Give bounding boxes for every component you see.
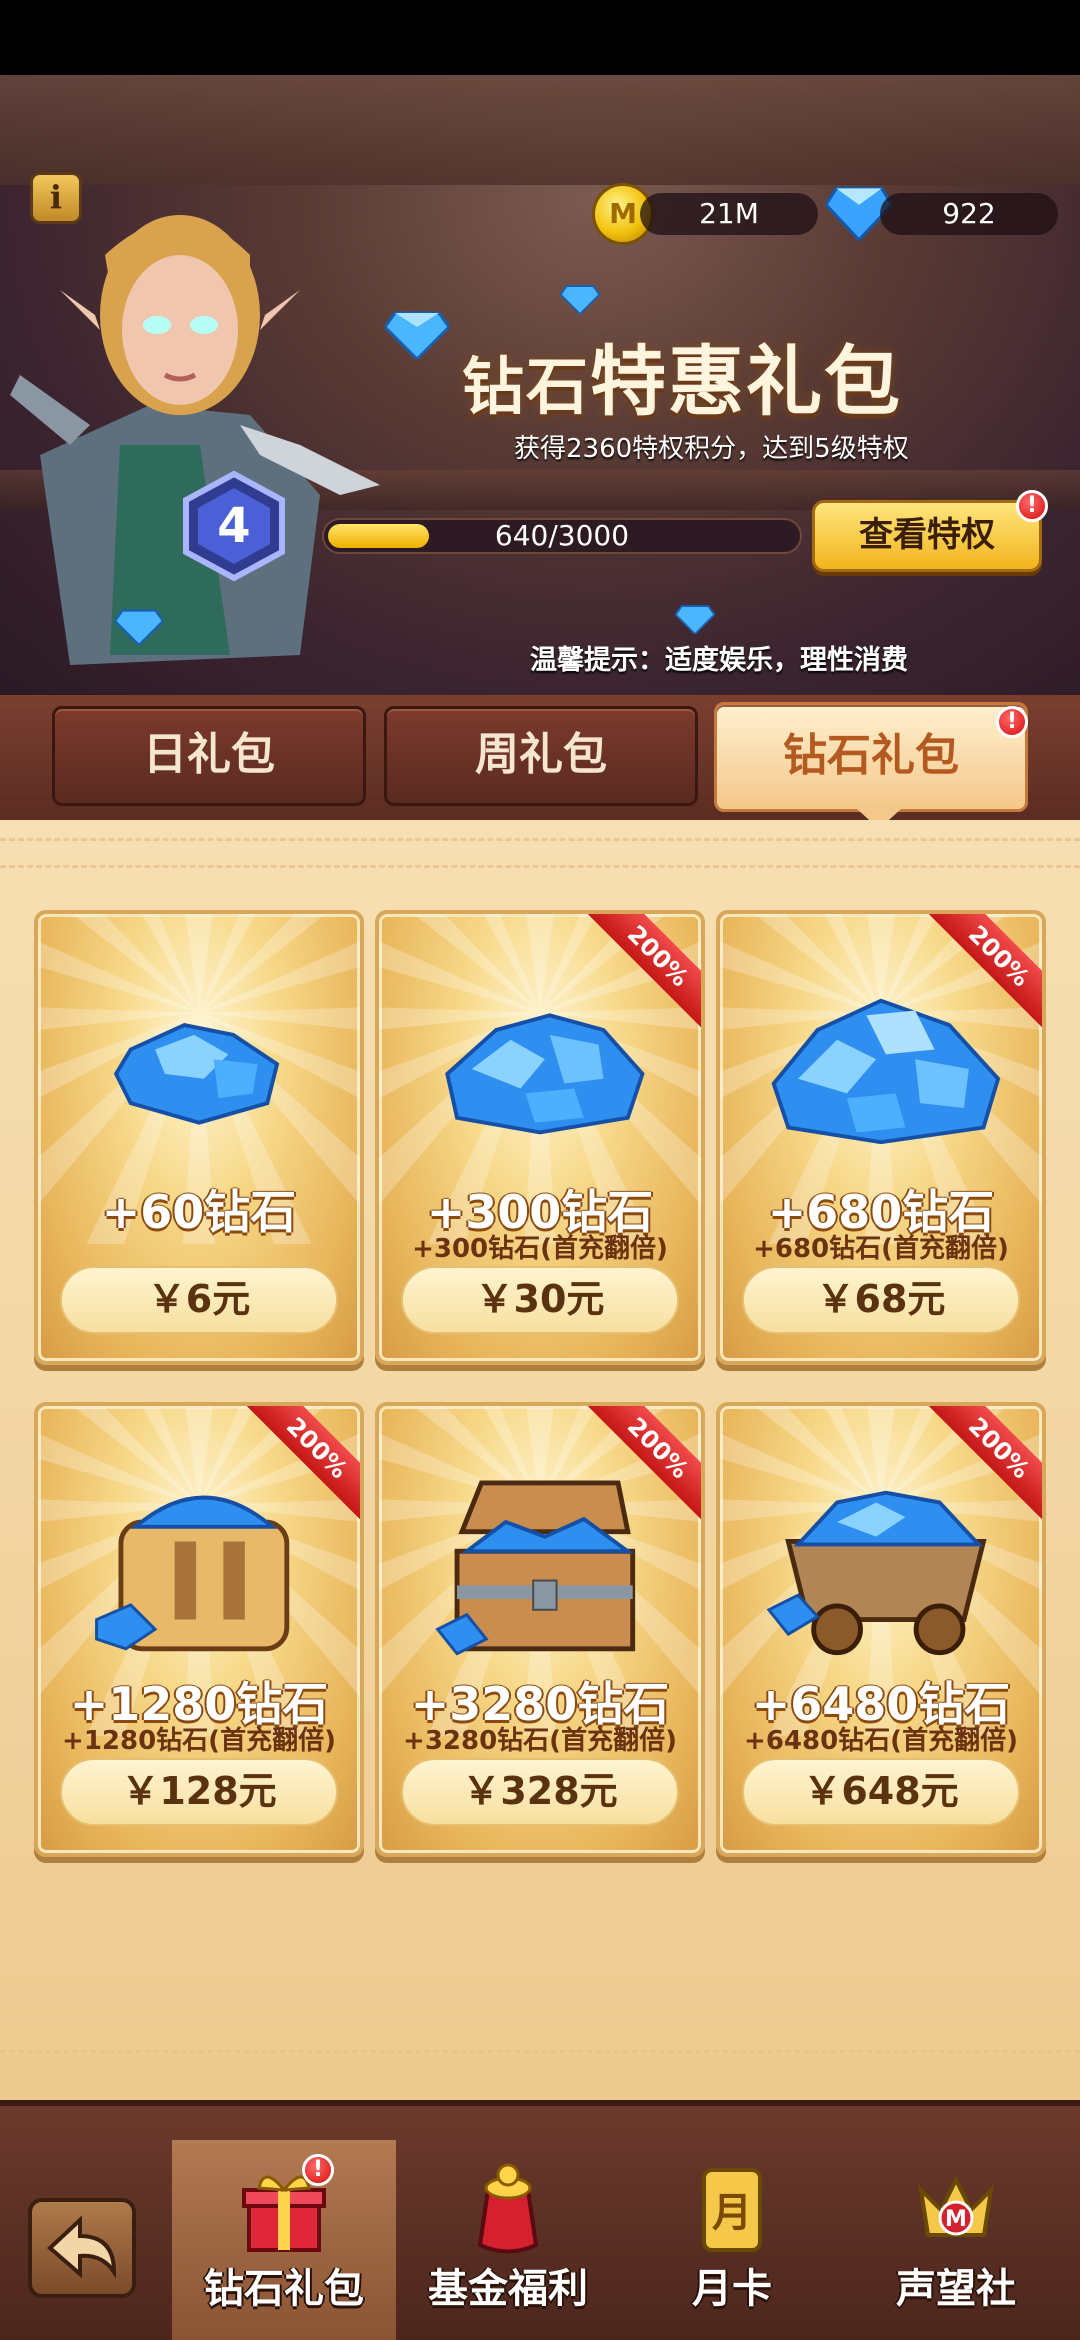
info-button[interactable]: i	[30, 172, 82, 224]
privilege-progress-bar: 640/3000	[322, 518, 802, 554]
price-button[interactable]: ￥328元	[401, 1758, 679, 1826]
nav-fund-welfare[interactable]: 基金福利	[396, 2140, 620, 2340]
ceiling-beam	[0, 75, 1080, 185]
price-button[interactable]: ￥30元	[401, 1266, 679, 1334]
floating-gem-icon	[675, 605, 715, 634]
ornament-border	[0, 838, 1080, 868]
tab-daily-pack[interactable]: 日礼包	[52, 706, 366, 806]
diamond-pack-card[interactable]: 200% +1280钻石 +1280钻石(首充翻倍) ￥128元	[34, 1402, 364, 1857]
play-moderately-hint: 温馨提示：适度娱乐，理性消费	[530, 645, 908, 676]
back-arrow-icon	[47, 2215, 117, 2279]
vip-level-badge: 4	[183, 470, 285, 582]
alert-badge: !	[996, 706, 1028, 738]
ornament-border	[0, 2050, 1080, 2077]
money-bag-icon	[477, 2163, 539, 2254]
page-title: 钻石特惠礼包	[462, 337, 903, 426]
vip-level-number: 4	[217, 498, 250, 554]
crown-emblem-glyph: M	[945, 2207, 967, 2232]
price-button[interactable]: ￥648元	[742, 1758, 1020, 1826]
diamond-pack-card[interactable]: 200% +680钻石 +680钻石(首充翻倍) ￥68元	[716, 910, 1046, 1365]
nav-reputation[interactable]: M 声望社	[844, 2140, 1068, 2340]
price-button[interactable]: ￥6元	[60, 1266, 338, 1334]
nav-label: 钻石礼包	[204, 2266, 364, 2312]
progress-text: 640/3000	[494, 519, 630, 552]
first-recharge-bonus: +680钻石(首充翻倍)	[753, 1234, 1009, 1264]
elf-character-illustration	[10, 215, 380, 665]
diamond-pack-card[interactable]: 200% +300钻石 +300钻石(首充翻倍) ￥30元	[375, 910, 705, 1365]
crown-emblem-icon: M	[918, 2175, 994, 2237]
alert-badge: !	[302, 2154, 334, 2186]
diamond-pack-card[interactable]: 200% +3280钻石 +3280钻石(首充翻倍) ￥328元	[375, 1402, 705, 1857]
privilege-subtitle: 获得2360特权积分，达到5级特权	[514, 434, 909, 464]
floating-gem-icon	[385, 311, 449, 359]
nav-label: 基金福利	[428, 2266, 588, 2312]
back-button[interactable]	[28, 2198, 136, 2298]
gem-pile-large-icon	[771, 998, 1001, 1145]
price-button[interactable]: ￥128元	[60, 1758, 338, 1826]
nav-monthly-card[interactable]: 月 月卡	[620, 2140, 844, 2340]
view-privilege-button[interactable]: 查看特权	[812, 500, 1042, 572]
gem-pile-small-icon	[113, 1023, 280, 1125]
price-button[interactable]: ￥68元	[742, 1266, 1020, 1334]
status-bar	[0, 0, 1080, 75]
pack-amount: +60钻石	[101, 1185, 297, 1239]
gem-balance: 922	[880, 193, 1058, 235]
tab-diamond-pack[interactable]: 钻石礼包	[714, 702, 1028, 829]
gem-pile-medium-icon	[445, 1013, 645, 1135]
gem-cart-icon	[766, 1490, 987, 1656]
diamond-pack-card[interactable]: 200% +6480钻石 +6480钻石(首充翻倍) ￥648元	[716, 1402, 1046, 1857]
first-recharge-bonus: +6480钻石(首充翻倍)	[744, 1726, 1018, 1756]
floating-gem-icon	[115, 609, 163, 645]
gem-bag-icon	[95, 1495, 290, 1652]
diamond-pack-card[interactable]: +60钻石 ￥6元	[34, 910, 364, 1365]
gem-chest-icon	[435, 1480, 636, 1656]
first-recharge-bonus: +300钻石(首充翻倍)	[412, 1234, 668, 1264]
month-card-glyph: 月	[712, 2190, 752, 2236]
coin-balance: 21M	[640, 193, 818, 235]
tab-weekly-pack[interactable]: 周礼包	[384, 706, 698, 806]
alert-badge: !	[1016, 490, 1048, 522]
tab-diamond-pack-label: 钻石礼包	[783, 730, 959, 781]
nav-label: 声望社	[896, 2266, 1016, 2312]
nav-diamond-pack[interactable]: 钻石礼包	[172, 2140, 396, 2340]
month-card-icon: 月	[702, 2168, 762, 2252]
first-recharge-bonus: +1280钻石(首充翻倍)	[62, 1726, 336, 1756]
nav-label: 月卡	[692, 2266, 772, 2312]
first-recharge-bonus: +3280钻石(首充翻倍)	[403, 1726, 677, 1756]
floating-gem-icon	[560, 285, 600, 314]
